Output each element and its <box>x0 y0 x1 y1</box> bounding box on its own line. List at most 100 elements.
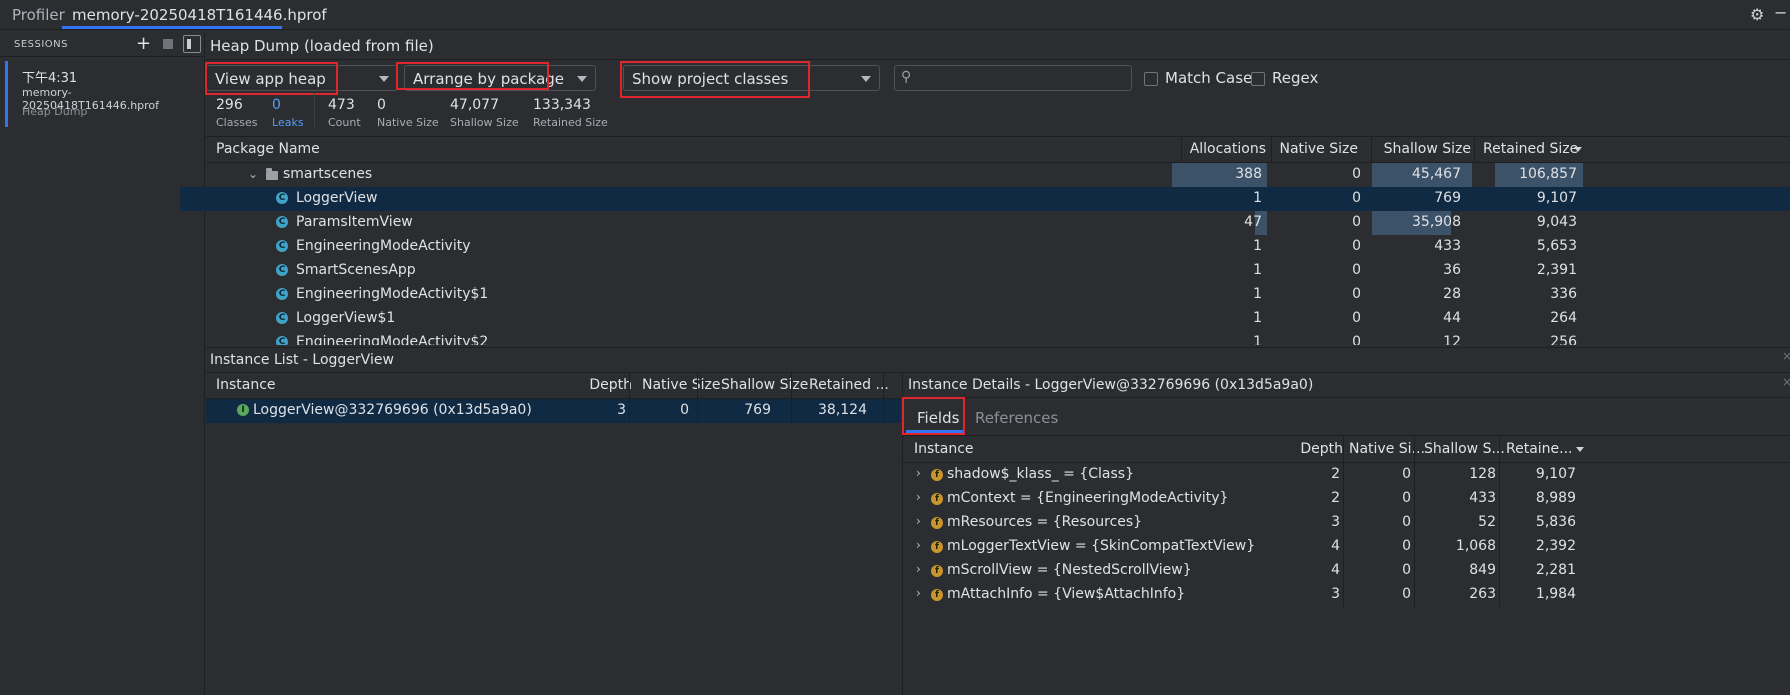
column-shallow-size[interactable]: Shallow Size <box>721 377 808 393</box>
class-row[interactable]: C SmartScenesApp 1 0 36 2,391 <box>206 259 1790 283</box>
shallow-size-value: 45,467 <box>1412 166 1461 182</box>
column-divider <box>1414 535 1415 559</box>
retained-size-value: 106,857 <box>1519 166 1577 182</box>
filter-select[interactable]: Show project classes <box>623 65 880 91</box>
column-divider <box>1474 137 1475 162</box>
heap-select[interactable]: View app heap <box>206 65 398 91</box>
field-row[interactable]: › f mContext = {EngineeringModeActivity}… <box>903 487 1790 511</box>
field-row[interactable]: › f mResources = {Resources} 3 0 52 5,83… <box>903 511 1790 535</box>
column-retained-size[interactable]: Retained Size <box>1483 141 1578 157</box>
field-name: mScrollView = {NestedScrollView} <box>947 562 1192 578</box>
native-size-value: 0 <box>1352 214 1361 230</box>
field-row[interactable]: › f mAttachInfo = {View$AttachInfo} 3 0 … <box>903 583 1790 607</box>
class-icon: C <box>276 312 288 324</box>
stat-leaks-label[interactable]: Leaks <box>272 116 304 129</box>
class-row[interactable]: C LoggerView$1 1 0 44 264 <box>206 307 1790 331</box>
search-icon: ⚲ <box>901 69 912 85</box>
chevron-down-icon <box>379 76 389 82</box>
column-native-size[interactable]: Native Size <box>1258 141 1358 157</box>
arrange-select[interactable]: Arrange by package <box>404 65 596 91</box>
chevron-right-icon[interactable]: › <box>916 514 921 528</box>
native-size-value: 0 <box>1352 286 1361 302</box>
add-session-button[interactable]: + <box>136 33 151 54</box>
match-case-checkbox[interactable] <box>1144 72 1158 86</box>
class-name: EngineeringModeActivity$1 <box>296 286 489 302</box>
column-instance[interactable]: Instance <box>914 441 974 457</box>
retained-size-value: 2,391 <box>1536 262 1577 278</box>
chevron-right-icon[interactable]: › <box>916 490 921 504</box>
session-item[interactable]: 下午4:31 memory-20250418T161446.hprof Heap… <box>5 61 204 127</box>
column-divider <box>1414 559 1415 583</box>
field-name: mLoggerTextView = {SkinCompatTextView} <box>947 538 1256 554</box>
class-row[interactable]: C LoggerView 1 0 769 9,107 <box>206 187 1790 211</box>
native-size-value: 0 <box>1352 310 1361 326</box>
column-package-name[interactable]: Package Name <box>216 141 320 157</box>
toggle-panel-icon[interactable] <box>183 35 201 53</box>
column-native-size[interactable]: Native Size <box>642 377 721 393</box>
tab-hprof-file[interactable]: memory-20250418T161446.hprof <box>72 6 327 24</box>
gear-icon[interactable]: ⚙ <box>1750 5 1764 24</box>
regex-checkbox[interactable] <box>1251 72 1265 86</box>
minus-icon[interactable]: − <box>1774 3 1787 22</box>
heap-select-value: View app heap <box>215 70 326 88</box>
column-depth[interactable]: Depth <box>532 377 632 393</box>
column-divider <box>1414 583 1415 607</box>
regex-label: Regex <box>1272 69 1319 87</box>
chevron-right-icon[interactable]: › <box>916 538 921 552</box>
column-shallow-size[interactable]: Shallow Size <box>1371 141 1471 157</box>
column-shallow-size[interactable]: Shallow S... <box>1424 441 1505 457</box>
column-divider <box>791 373 792 398</box>
column-retained-size[interactable]: Retained ... <box>809 377 889 393</box>
shallow-size-value: 433 <box>1434 238 1461 254</box>
allocations-value: 1 <box>1253 190 1262 206</box>
search-input[interactable]: ⚲ <box>894 65 1132 91</box>
field-row[interactable]: › f mScrollView = {NestedScrollView} 4 0… <box>903 559 1790 583</box>
column-divider <box>883 399 884 423</box>
class-row[interactable]: C EngineeringModeActivity 1 0 433 5,653 <box>206 235 1790 259</box>
instance-row[interactable]: I LoggerView@332769696 (0x13d5a9a0) 3 0 … <box>206 399 901 423</box>
column-retained-size[interactable]: Retaine... <box>1506 441 1573 457</box>
allocations-value: 1 <box>1253 334 1262 345</box>
stat-native-value: 0 <box>377 97 386 113</box>
active-tab-indicator <box>62 26 282 29</box>
field-retained-size: 8,989 <box>1535 490 1576 506</box>
stop-icon[interactable] <box>163 39 173 49</box>
close-icon[interactable]: × <box>1782 349 1790 363</box>
allocations-value: 47 <box>1244 214 1262 230</box>
tool-window-header: Profiler memory-20250418T161446.hprof ⚙ … <box>0 0 1790 30</box>
class-row[interactable]: C EngineeringModeActivity$2 1 0 12 256 <box>206 331 1790 345</box>
package-row[interactable]: ⌄ smartscenes 388 0 45,467 106,857 <box>206 163 1790 187</box>
column-instance[interactable]: Instance <box>216 377 276 393</box>
class-name: LoggerView <box>296 190 378 206</box>
chevron-right-icon[interactable]: › <box>916 466 921 480</box>
package-name: smartscenes <box>283 166 373 182</box>
class-row[interactable]: C EngineeringModeActivity$1 1 0 28 336 <box>206 283 1790 307</box>
column-divider <box>1343 487 1344 511</box>
field-icon: f <box>931 589 943 601</box>
stat-leaks-value[interactable]: 0 <box>272 97 281 113</box>
class-row[interactable]: C ParamsItemView 47 0 35,908 9,043 <box>206 211 1790 235</box>
native-size-value: 0 <box>1352 190 1361 206</box>
stat-count-value: 473 <box>328 97 355 113</box>
divider <box>0 56 205 57</box>
chevron-right-icon[interactable]: › <box>916 562 921 576</box>
page-title: Heap Dump (loaded from file) <box>210 37 434 55</box>
tab-fields[interactable]: Fields <box>917 409 959 427</box>
chevron-right-icon[interactable]: › <box>916 586 921 600</box>
tab-references[interactable]: References <box>975 409 1058 427</box>
close-icon[interactable]: × <box>1782 375 1790 389</box>
column-divider <box>1371 137 1372 162</box>
sessions-panel: SESSIONS + 下午4:31 memory-20250418T161446… <box>0 31 205 695</box>
field-name: mResources = {Resources} <box>947 514 1143 530</box>
field-name: mAttachInfo = {View$AttachInfo} <box>947 586 1186 602</box>
profiler-title: Profiler <box>12 6 65 24</box>
sort-desc-icon <box>1574 147 1582 152</box>
allocations-value: 1 <box>1253 286 1262 302</box>
chevron-down-icon[interactable]: ⌄ <box>248 167 258 181</box>
allocations-value: 1 <box>1253 310 1262 326</box>
field-row[interactable]: › f shadow$_klass_ = {Class} 2 0 128 9,1… <box>903 463 1790 487</box>
session-time: 下午4:31 <box>22 71 78 86</box>
column-depth[interactable]: Depth <box>1243 441 1343 457</box>
match-case-label: Match Case <box>1165 69 1253 87</box>
field-row[interactable]: › f mLoggerTextView = {SkinCompatTextVie… <box>903 535 1790 559</box>
